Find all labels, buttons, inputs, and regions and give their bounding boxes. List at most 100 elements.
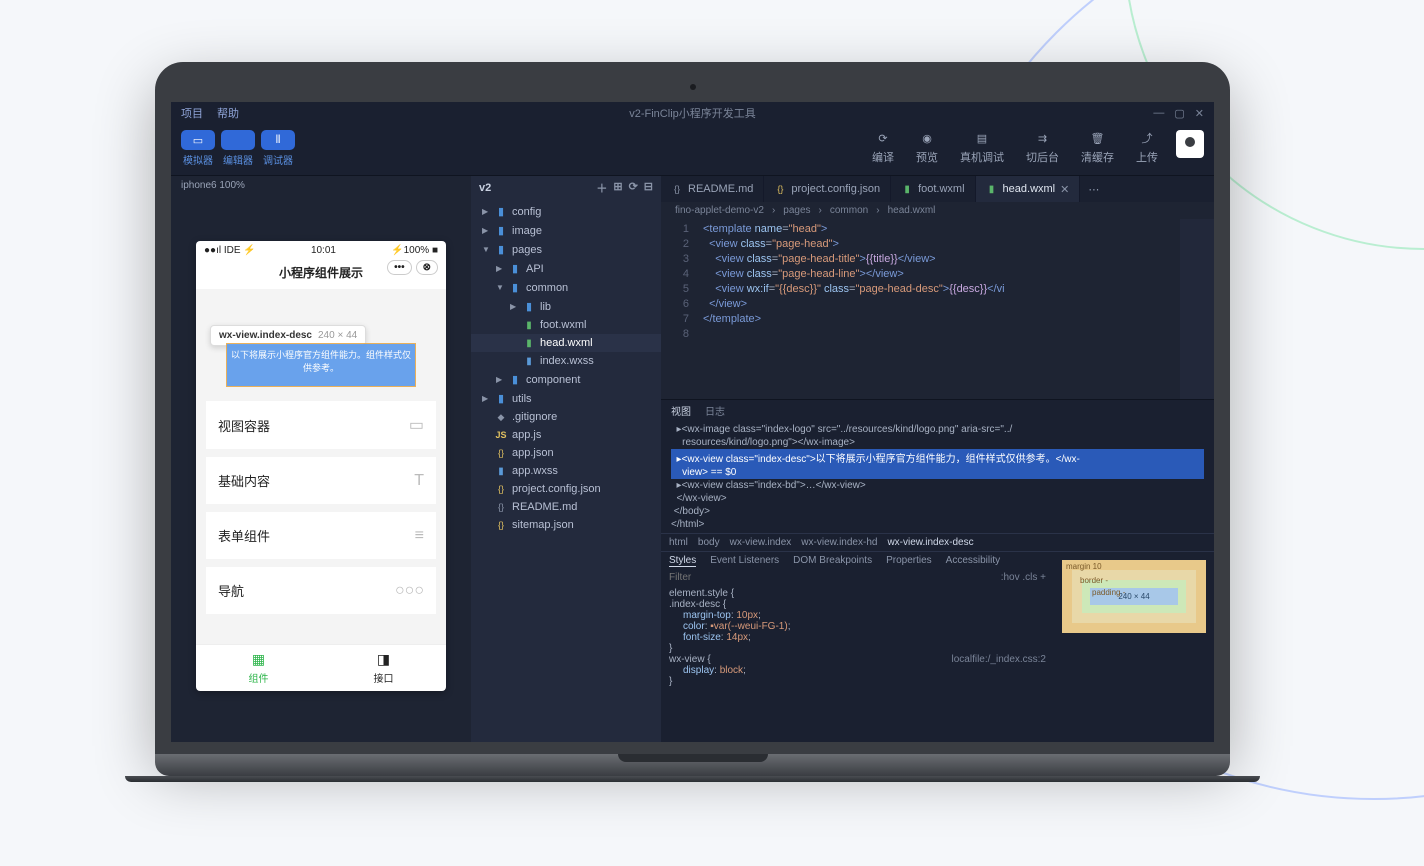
window-maximize-icon[interactable]: ▢ <box>1174 107 1184 120</box>
editor-tab[interactable]: {}README.md <box>661 176 764 202</box>
breadcrumb-segment[interactable]: common <box>830 205 868 216</box>
tool-2[interactable]: ▤真机调试 <box>960 130 1004 165</box>
tool-1[interactable]: ◉预览 <box>916 130 938 165</box>
css-rule[interactable]: element.style { <box>669 588 1046 599</box>
tree-item[interactable]: JS app.js <box>471 426 661 444</box>
simulator-device-label: iphone6 100% <box>171 176 471 195</box>
styles-tab[interactable]: Accessibility <box>946 555 1000 567</box>
new-folder-icon[interactable]: ⊞ <box>613 180 622 196</box>
dom-node[interactable]: ▸<wx-image class="index-logo" src="../re… <box>671 423 1204 436</box>
phone-close-icon[interactable]: ⊗ <box>416 260 438 275</box>
breadcrumb-segment[interactable]: head.wxml <box>888 205 936 216</box>
tree-item[interactable]: ▼ ▮ pages <box>471 240 661 259</box>
breadcrumb: fino-applet-demo-v2›pages›common›head.wx… <box>661 202 1214 219</box>
breadcrumb-segment[interactable]: fino-applet-demo-v2 <box>675 205 764 216</box>
dom-node[interactable]: view> == $0 <box>671 466 1204 479</box>
list-item[interactable]: 表单组件≡ <box>206 512 436 559</box>
css-rule[interactable]: wx-view {localfile:/_index.css:2 <box>669 654 1046 665</box>
styles-tab[interactable]: Event Listeners <box>710 555 779 567</box>
tree-item[interactable]: {} app.json <box>471 444 661 462</box>
menubar: 项目 帮助 v2-FinClip小程序开发工具 — ▢ ✕ <box>171 102 1214 124</box>
mode-1[interactable]: 编辑器 <box>221 130 255 167</box>
phone-more-icon[interactable]: ••• <box>387 260 412 275</box>
dom-node[interactable]: ▸<wx-view class="index-desc">以下将展示小程序官方组… <box>671 449 1204 466</box>
inspector-tab-elements[interactable]: 视图 <box>671 403 691 418</box>
laptop-frame: 项目 帮助 v2-FinClip小程序开发工具 — ▢ ✕ ▭模拟器 编辑器 ⫴… <box>155 62 1230 776</box>
editor-tabs: {}README.md {}project.config.json ▮foot.… <box>661 176 1214 202</box>
list-item[interactable]: 基础内容T <box>206 457 436 504</box>
tree-item[interactable]: ▮ foot.wxml <box>471 316 661 334</box>
dom-path-segment[interactable]: wx-view.index-hd <box>801 537 877 548</box>
tree-item[interactable]: ▶ ▮ config <box>471 202 661 221</box>
explorer-root: v2 <box>479 182 491 194</box>
tab-close-icon[interactable]: ✕ <box>1060 183 1069 196</box>
css-rule[interactable]: .index-desc {</span></div> <box>669 599 1046 610</box>
dom-path-segment[interactable]: wx-view.index-desc <box>887 537 973 548</box>
breadcrumb-segment[interactable]: pages <box>783 205 810 216</box>
dom-path-segment[interactable]: wx-view.index <box>730 537 792 548</box>
tree-item[interactable]: ▮ index.wxss <box>471 352 661 370</box>
dom-path-segment[interactable]: body <box>698 537 720 548</box>
status-signal: ●●ıl IDE ⚡ <box>204 245 256 256</box>
window-minimize-icon[interactable]: — <box>1153 107 1164 120</box>
phone-title: 小程序组件展示 ••• ⊗ <box>196 260 446 289</box>
phone-tab[interactable]: ▦组件 <box>196 645 321 691</box>
file-explorer: v2 ＋ ⊞ ⟳ ⊟ ▶ ▮ config ▶ ▮ image ▼ ▮ <box>471 176 661 742</box>
toolbar: ▭模拟器 编辑器 ⫴调试器 ⟳编译 ◉预览 ▤真机调试 ⇉切后台 🗑清缓存 ⤴上… <box>171 124 1214 176</box>
tree-item[interactable]: {} README.md <box>471 498 661 516</box>
styles-tab[interactable]: Properties <box>886 555 932 567</box>
list-item[interactable]: 视图容器▭ <box>206 401 436 449</box>
mode-2[interactable]: ⫴调试器 <box>261 130 295 167</box>
tool-0[interactable]: ⟳编译 <box>872 130 894 165</box>
dom-node[interactable]: </wx-view> <box>671 492 1204 505</box>
styles-tab[interactable]: Styles <box>669 555 696 567</box>
simulator-panel: iphone6 100% ●●ıl IDE ⚡ 10:01 ⚡100% ■ 小程… <box>171 176 471 742</box>
highlighted-element: 以下将展示小程序官方组件能力。组件样式仅供参考。 <box>226 343 416 387</box>
styles-filter-input[interactable] <box>669 572 1001 583</box>
minimap[interactable] <box>1180 219 1214 399</box>
new-file-icon[interactable]: ＋ <box>596 180 607 196</box>
tree-item[interactable]: ▶ ▮ image <box>471 221 661 240</box>
phone-frame: ●●ıl IDE ⚡ 10:01 ⚡100% ■ 小程序组件展示 ••• ⊗ <box>196 241 446 691</box>
dom-node[interactable]: </html> <box>671 518 1204 531</box>
devtools-inspector: 视图 日志 ▸<wx-image class="index-logo" src=… <box>661 399 1214 742</box>
phone-tab[interactable]: ◨接口 <box>321 645 446 691</box>
tree-item[interactable]: ▶ ▮ API <box>471 259 661 278</box>
window-close-icon[interactable]: ✕ <box>1195 107 1204 120</box>
refresh-icon[interactable]: ⟳ <box>629 180 638 196</box>
menu-help[interactable]: 帮助 <box>217 105 239 121</box>
tree-item[interactable]: ▶ ▮ component <box>471 370 661 389</box>
tool-3[interactable]: ⇉切后台 <box>1026 130 1059 165</box>
list-item[interactable]: 导航○○○ <box>206 567 436 614</box>
code-editor[interactable]: 12345678 <template name="head"> <view cl… <box>661 219 1214 399</box>
tree-item[interactable]: ▮ head.wxml <box>471 334 661 352</box>
tree-item[interactable]: {} project.config.json <box>471 480 661 498</box>
box-model: margin 10 border - padding - 240 × 44 <box>1054 552 1214 742</box>
editor-tab[interactable]: ▮head.wxml✕ <box>976 176 1081 202</box>
mode-0[interactable]: ▭模拟器 <box>181 130 215 167</box>
dom-node[interactable]: ▸<wx-view class="index-bd">…</wx-view> <box>671 479 1204 492</box>
tree-item[interactable]: ▶ ▮ utils <box>471 389 661 408</box>
tree-item[interactable]: ◆ .gitignore <box>471 408 661 426</box>
tree-item[interactable]: {} sitemap.json <box>471 516 661 534</box>
inspector-tab-console[interactable]: 日志 <box>705 403 725 418</box>
tool-5[interactable]: ⤴上传 <box>1136 130 1158 165</box>
menu-project[interactable]: 项目 <box>181 105 203 121</box>
styles-tab[interactable]: DOM Breakpoints <box>793 555 872 567</box>
tree-item[interactable]: ▶ ▮ lib <box>471 297 661 316</box>
tree-item[interactable]: ▮ app.wxss <box>471 462 661 480</box>
status-time: 10:01 <box>311 245 336 256</box>
tree-item[interactable]: ▼ ▮ common <box>471 278 661 297</box>
tabs-more-icon[interactable]: ⋯ <box>1080 176 1107 202</box>
avatar[interactable] <box>1176 130 1204 158</box>
window-title: v2-FinClip小程序开发工具 <box>629 105 756 121</box>
dom-path-segment[interactable]: html <box>669 537 688 548</box>
editor-tab[interactable]: ▮foot.wxml <box>891 176 975 202</box>
editor-tab[interactable]: {}project.config.json <box>764 176 891 202</box>
collapse-icon[interactable]: ⊟ <box>644 180 653 196</box>
dom-node[interactable]: </body> <box>671 505 1204 518</box>
tool-4[interactable]: 🗑清缓存 <box>1081 130 1114 165</box>
dom-node[interactable]: resources/kind/logo.png"></wx-image> <box>671 436 1204 449</box>
styles-filter-controls[interactable]: :hov .cls + <box>1001 572 1046 583</box>
status-battery: ⚡100% ■ <box>391 245 438 256</box>
